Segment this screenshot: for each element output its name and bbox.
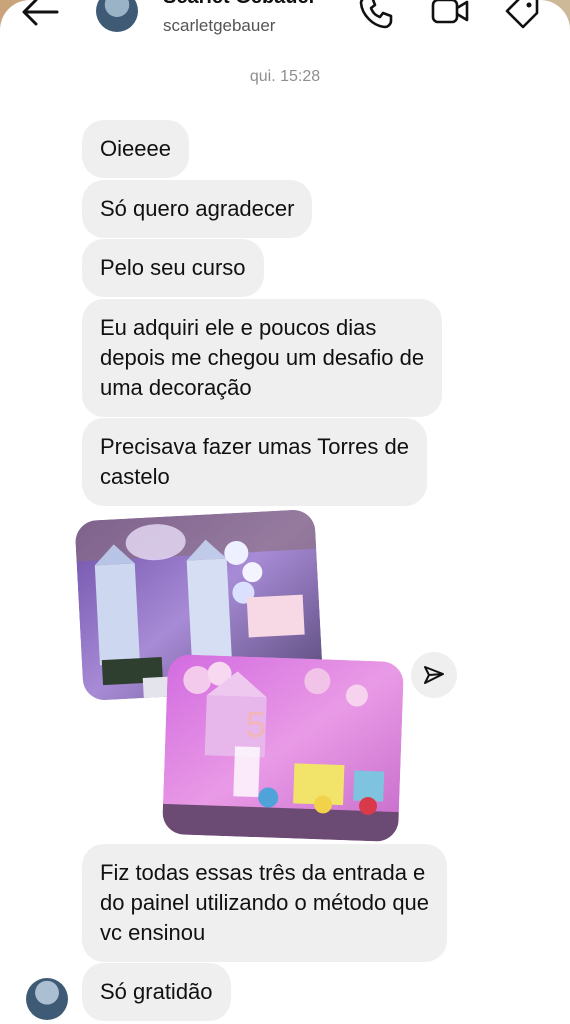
sender-avatar[interactable] [26,978,68,1020]
message-text: Fiz todas essas três da entrada e [100,860,426,885]
voice-call-button[interactable] [356,0,396,32]
timestamp: qui. 15:28 [249,68,321,85]
phone-icon [359,0,393,29]
message-bubble[interactable]: Precisava fazer umas Torres de castelo [82,418,427,506]
back-button[interactable] [18,0,62,30]
video-call-button[interactable] [430,0,470,32]
svg-text:5: 5 [245,704,266,746]
tag-icon [505,0,539,29]
video-icon [431,0,469,24]
chat-header: Scarlet Gebauer scarletgebauer [0,0,570,48]
send-icon [424,666,444,684]
message-text: Pelo seu curso [100,255,246,280]
message-text: Eu adquiri ele e poucos dias [100,315,377,340]
shared-photo[interactable]: 5 [161,653,405,843]
message-text: Só quero agradecer [100,196,295,221]
avatar[interactable] [96,0,138,32]
message-text: depois me chegou um desafio de [100,345,425,370]
message-bubble[interactable]: Pelo seu curso [82,239,264,297]
message-text: Só gratidão [100,979,213,1004]
message-text: Oieeee [100,136,171,161]
message-bubble[interactable]: Só gratidão [82,963,231,1021]
message-text: do painel utilizando o método que [100,890,430,915]
tag-button[interactable] [502,0,542,32]
party-decoration-image: 5 [161,653,405,843]
message-bubble[interactable]: Fiz todas essas três da entrada e do pai… [82,844,448,962]
message-bubble[interactable]: Oieeee [82,120,189,178]
message-text: vc ensinou [100,920,206,945]
message-bubble[interactable]: Só quero agradecer [82,180,313,238]
contact-display-name[interactable]: Scarlet Gebauer [163,0,316,9]
share-button[interactable] [411,652,457,698]
message-text: uma decoração [100,375,252,400]
message-text: Precisava fazer umas Torres de [100,434,409,459]
message-bubble[interactable]: Eu adquiri ele e poucos dias depois me c… [82,299,443,417]
contact-username[interactable]: scarletgebauer [163,16,275,36]
back-arrow-icon [22,0,59,26]
chat-screen: Scarlet Gebauer scarletgebauer qui. 15:2… [0,0,570,1024]
message-text: castelo [100,464,170,489]
